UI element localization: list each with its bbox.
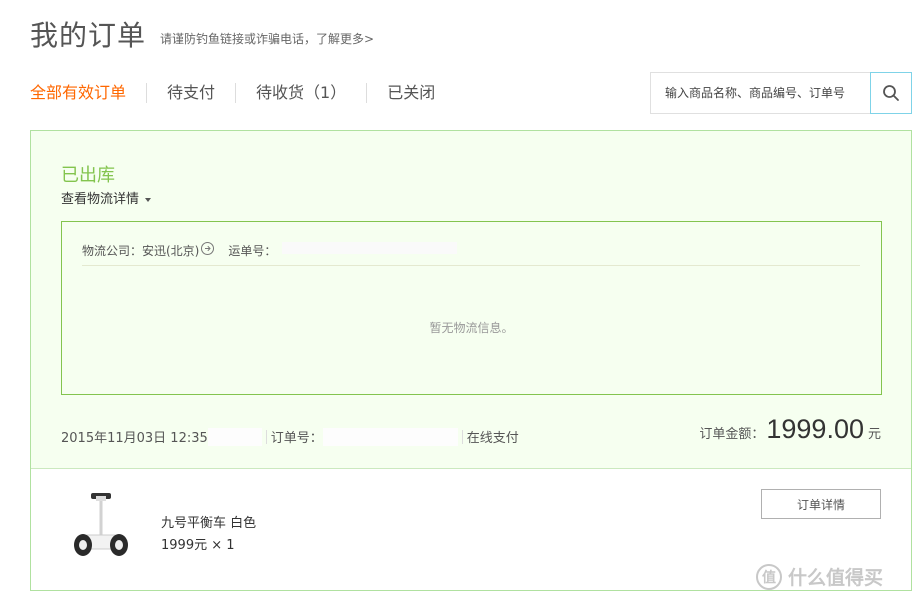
- tab-pending-payment[interactable]: 待支付: [146, 83, 235, 103]
- amount-unit: 元: [867, 427, 881, 442]
- redacted-block: [207, 427, 262, 446]
- watermark-logo: 值: [756, 563, 782, 590]
- caret-down-icon: [145, 197, 152, 202]
- logistics-toggle[interactable]: 查看物流详情: [61, 188, 152, 207]
- order-status: 已出库: [61, 165, 115, 186]
- tracking-label: 运单号：: [228, 244, 277, 258]
- order-datetime: 2015年11月03日 12:35: [61, 431, 208, 446]
- order-number-label: 订单号：: [270, 431, 323, 446]
- logistics-info: 物流公司：安迅(北京) 运单号：: [82, 242, 860, 266]
- tracking-number-redacted: [282, 242, 458, 254]
- search-button[interactable]: [870, 72, 912, 114]
- payment-method: 在线支付: [466, 431, 519, 446]
- anti-fraud-notice: 请谨防钓鱼链接或诈骗电话，了解更多>: [160, 30, 374, 47]
- divider: [461, 429, 463, 444]
- amount-value: 1999.00: [766, 414, 864, 444]
- product-price-quantity: 1999元 × 1: [161, 538, 235, 553]
- logistics-empty-message: 暂无物流信息。: [429, 321, 514, 335]
- divider: [265, 429, 267, 444]
- order-filter-tabs: 全部有效订单 待支付 待收货（1） 已关闭: [30, 82, 455, 104]
- logistics-toggle-label: 查看物流详情: [61, 192, 140, 207]
- watermark-text: 什么值得买: [788, 567, 884, 589]
- tab-closed[interactable]: 已关闭: [366, 83, 455, 103]
- search-icon: [883, 85, 899, 101]
- order-card: 已出库 查看物流详情 物流公司：安迅(北京) 运单号： 暂无物流信息。 2015…: [30, 130, 912, 591]
- anti-fraud-link[interactable]: 请谨防钓鱼链接或诈骗电话，了解更多>: [160, 32, 374, 46]
- product-name[interactable]: 九号平衡车 白色: [161, 512, 256, 531]
- order-detail-button[interactable]: 订单详情: [761, 489, 881, 519]
- watermark: 值 什么值得买: [756, 563, 883, 590]
- tab-pending-receipt[interactable]: 待收货（1）: [235, 83, 366, 103]
- order-search: [650, 72, 912, 114]
- logistics-panel: 物流公司：安迅(北京) 运单号： 暂无物流信息。: [61, 221, 882, 395]
- order-number-redacted: [322, 427, 458, 446]
- tab-all-valid-orders[interactable]: 全部有效订单: [30, 83, 146, 103]
- search-input[interactable]: [651, 73, 871, 113]
- page-title: 我的订单: [30, 19, 147, 52]
- order-header: 已出库 查看物流详情 物流公司：安迅(北京) 运单号： 暂无物流信息。 2015…: [31, 131, 911, 469]
- amount-label: 订单金额：: [699, 427, 765, 442]
- product-image[interactable]: [69, 491, 133, 563]
- arrow-right-circle-icon[interactable]: [201, 242, 215, 255]
- order-amount: 订单金额： 1999.00 元: [699, 414, 881, 445]
- logistics-company: 物流公司：安迅(北京): [82, 244, 200, 258]
- order-meta: 2015年11月03日 12:35 订单号： 在线支付: [61, 427, 519, 446]
